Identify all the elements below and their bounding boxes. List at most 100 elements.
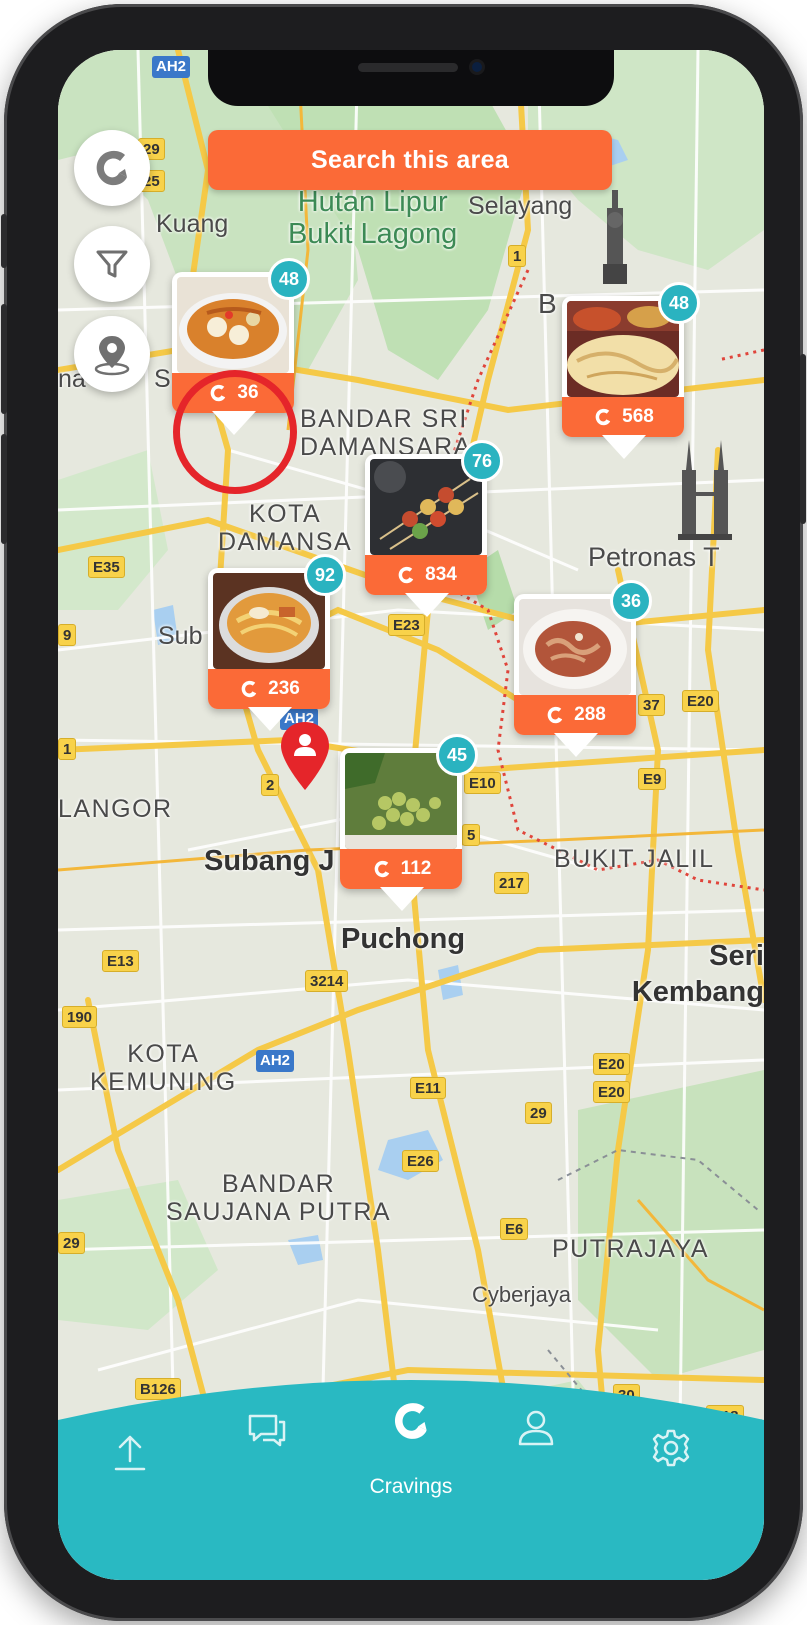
search-this-area-button[interactable]: Search this area	[208, 130, 612, 190]
road-shield: E20	[593, 1081, 630, 1103]
user-location-pin-icon[interactable]	[279, 720, 331, 792]
location-pin-icon	[94, 336, 130, 376]
tower-landmark-icon	[603, 190, 627, 284]
cravings-logo-icon	[398, 566, 414, 584]
settings-icon	[652, 1429, 690, 1467]
food-card-count: 568	[622, 406, 654, 427]
mute-switch	[1, 214, 7, 268]
food-card[interactable]: 112 45	[340, 734, 478, 911]
card-pointer	[405, 593, 449, 617]
map-label-b: B	[538, 288, 557, 319]
road-shield: 3214	[305, 970, 349, 992]
food-card[interactable]: 288 36	[514, 580, 652, 757]
card-pointer	[602, 435, 646, 459]
map-label-bandar-saujana-putra: BANDAR SAUJANA PUTRA	[166, 1170, 392, 1226]
front-camera	[469, 59, 485, 75]
map-label-petronas: Petronas T	[588, 542, 720, 572]
road-shield: 1	[508, 245, 527, 267]
phone-frame: Hutan Lipur Bukit Lagong Selayang Kuang …	[1, 4, 806, 1621]
speaker	[358, 63, 458, 72]
food-card[interactable]: 834 76	[365, 440, 503, 617]
twin-towers-landmark-icon	[678, 440, 732, 540]
food-card-badge: 36	[610, 580, 652, 622]
road-shield: 190	[62, 1006, 98, 1028]
cravings-logo-icon	[547, 706, 563, 724]
food-card-count: 112	[400, 858, 432, 879]
food-card-badge: 48	[658, 282, 700, 324]
cravings-logo-icon	[595, 408, 611, 426]
food-card-count-bar: 236	[208, 669, 330, 709]
food-card-badge: 45	[436, 734, 478, 776]
cravings-logo-icon	[241, 680, 257, 698]
food-card-count: 834	[425, 564, 457, 585]
power-button	[800, 354, 806, 524]
map-label-s: S	[154, 365, 171, 393]
food-card-count-bar: 288	[514, 695, 636, 735]
chat-tab[interactable]	[239, 1402, 295, 1458]
food-card[interactable]: 568 48	[562, 282, 700, 459]
map-label-langor: LANGOR	[58, 795, 173, 823]
road-shield: E13	[102, 950, 139, 972]
road-shield: E23	[388, 614, 425, 636]
upload-tab[interactable]	[102, 1425, 158, 1481]
location-button[interactable]	[74, 316, 150, 392]
food-card[interactable]: 236 92	[208, 554, 346, 731]
volume-down-button	[1, 434, 7, 544]
road-shield: E20	[593, 1053, 630, 1075]
food-card-count-bar: 568	[562, 397, 684, 437]
map-label-selayang: Selayang	[468, 192, 573, 220]
map-label-cyberjaya: Cyberjaya	[472, 1282, 572, 1307]
chat-icon	[248, 1414, 286, 1447]
map-label-bandar-sri-damansara: BANDAR SRI DAMANSARA	[300, 405, 472, 461]
food-card-badge: 92	[304, 554, 346, 596]
cravings-logo-icon	[374, 860, 389, 878]
road-shield: AH2	[256, 1050, 295, 1072]
food-card-count: 236	[268, 678, 300, 699]
road-shield: 9	[58, 624, 77, 646]
map-label-seri-kembangan: Seri Kembang	[631, 940, 764, 1008]
card-pointer	[554, 733, 598, 757]
food-card-badge: 76	[461, 440, 503, 482]
settings-tab[interactable]	[643, 1420, 699, 1476]
map-label-bukit-jalil: BUKIT JALIL	[554, 845, 715, 873]
food-card-count-bar: 834	[365, 555, 487, 595]
road-shield: 1	[58, 738, 77, 760]
logo-button[interactable]	[74, 130, 150, 206]
road-shield: 5	[462, 824, 481, 846]
map-label-sub: Sub	[158, 622, 203, 650]
upload-icon	[114, 1435, 146, 1471]
food-card-badge: 48	[268, 258, 310, 300]
road-shield: 2	[261, 774, 280, 796]
road-shield: E20	[682, 690, 719, 712]
map-label-kota-kemuning: KOTA KEMUNING	[90, 1040, 237, 1096]
logo-icon	[96, 150, 127, 186]
road-shield: E10	[464, 772, 501, 794]
road-shield: E35	[88, 556, 125, 578]
filter-button[interactable]	[74, 226, 150, 302]
volume-up-button	[1, 304, 7, 414]
road-shield: E26	[402, 1150, 439, 1172]
food-card-count-bar: 112	[340, 849, 462, 889]
map-label-kuang: Kuang	[156, 210, 229, 238]
road-shield: E6	[500, 1218, 529, 1240]
map-label-putrajaya: PUTRAJAYA	[552, 1235, 710, 1263]
card-pointer	[380, 887, 424, 911]
cravings-logo-icon	[394, 1403, 427, 1439]
map-label-kota-damansara: KOTA DAMANSA	[218, 500, 353, 556]
road-shield: 29	[58, 1232, 85, 1254]
profile-tab[interactable]	[508, 1400, 564, 1456]
map-label-puchong: Puchong	[341, 923, 466, 955]
highlight-circle	[173, 370, 297, 494]
filter-icon	[96, 250, 128, 278]
road-shield: E9	[638, 768, 667, 790]
road-shield: E11	[410, 1077, 446, 1099]
food-card-count: 288	[574, 704, 606, 725]
screen: Hutan Lipur Bukit Lagong Selayang Kuang …	[58, 50, 764, 1580]
road-shield: 217	[494, 872, 530, 894]
map-label-subang: Subang J	[204, 845, 335, 877]
cravings-tab[interactable]	[371, 1386, 451, 1456]
profile-icon	[518, 1410, 554, 1446]
map-label-hutan-lipur: Hutan Lipur Bukit Lagong	[288, 186, 458, 250]
road-shield: 37	[638, 694, 665, 716]
notch	[208, 50, 614, 106]
